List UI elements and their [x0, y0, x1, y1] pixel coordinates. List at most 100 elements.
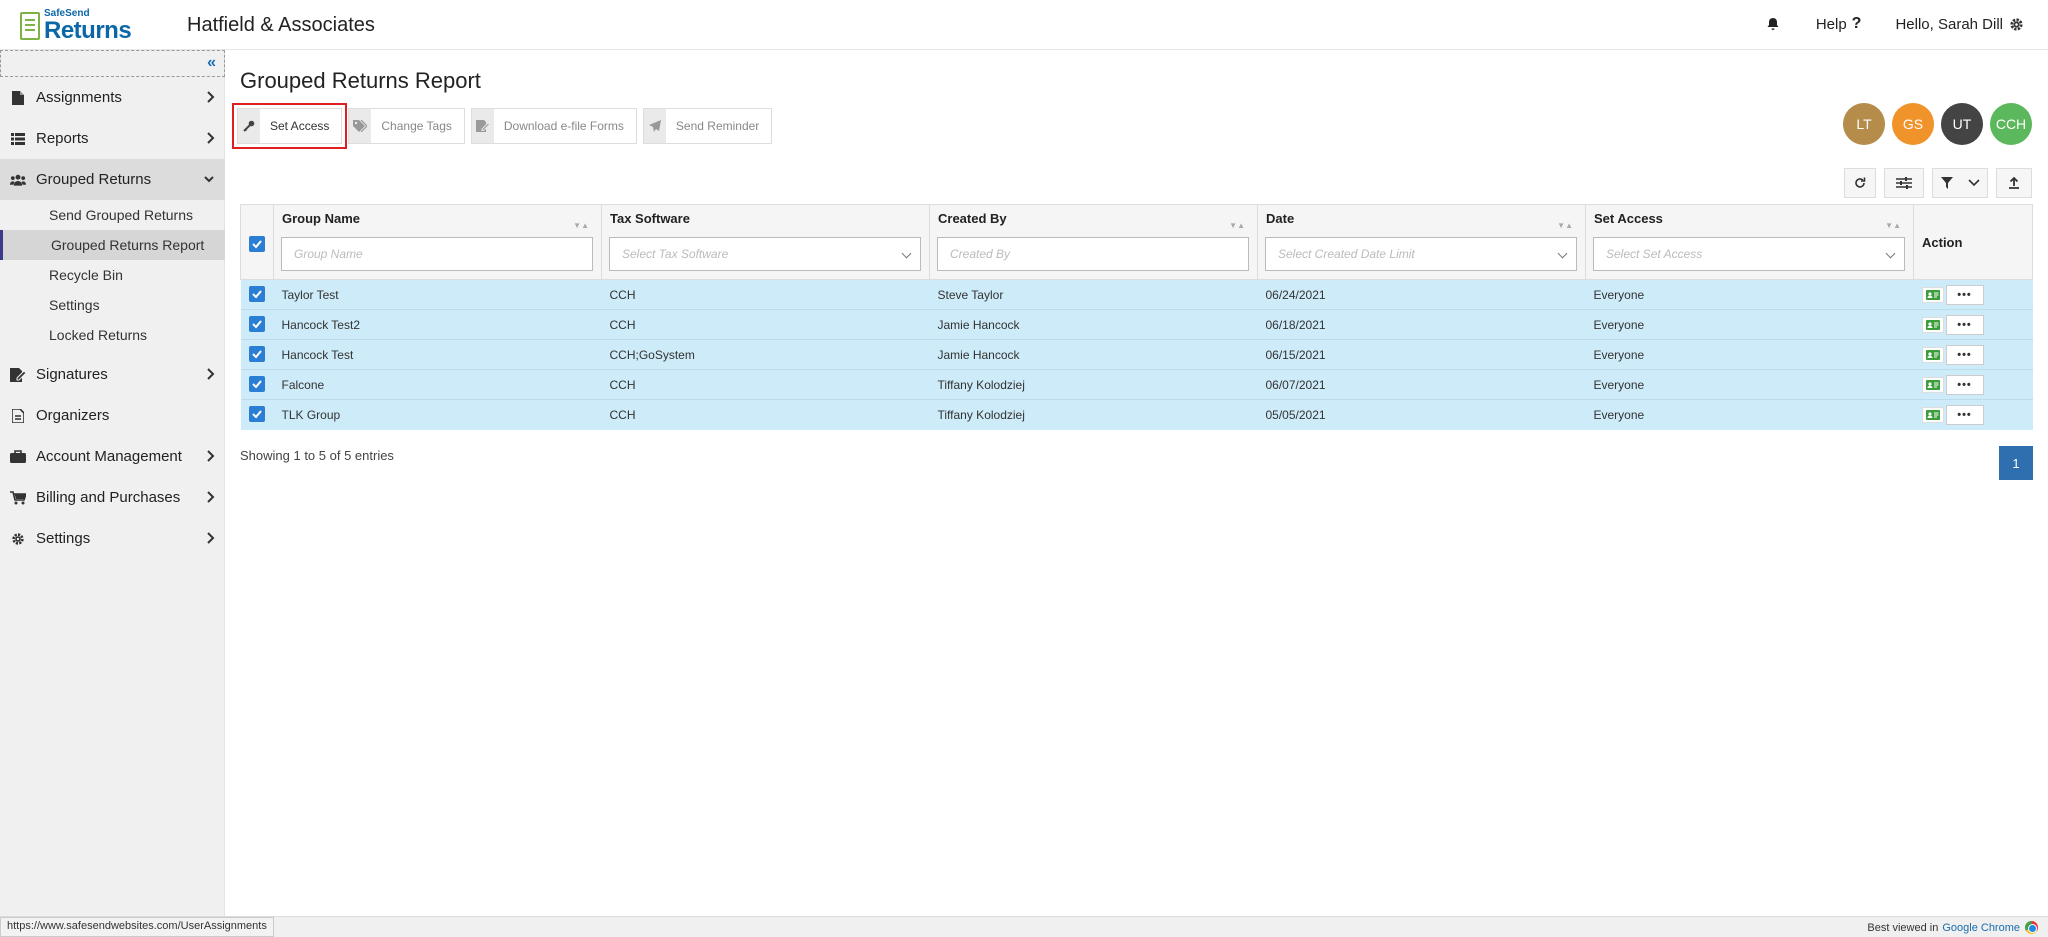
sidebar-item-signatures[interactable]: Signatures — [0, 354, 225, 395]
cell-group-name: Hancock Test2 — [273, 309, 602, 340]
sidebar-item-grouped-returns[interactable]: Grouped Returns — [0, 159, 225, 200]
set-access-filter-select[interactable]: Select Set Access — [1593, 237, 1905, 271]
table-row[interactable]: Hancock Test CCH;GoSystem Jamie Hancock … — [240, 339, 2033, 370]
column-settings-button[interactable] — [1884, 168, 1924, 198]
sidebar-item-organizers[interactable]: Organizers — [0, 395, 225, 436]
column-header-group-name[interactable]: Group Name ▼▲ Group Name — [273, 204, 602, 280]
filter-dropdown-button[interactable] — [1932, 168, 1988, 198]
sort-icon[interactable]: ▼▲ — [1229, 221, 1245, 230]
sort-icon[interactable]: ▼▲ — [573, 221, 589, 230]
top-header: SafeSend Returns Hatfield & Associates H… — [0, 0, 2048, 50]
safesend-logo[interactable]: SafeSend Returns — [20, 9, 132, 44]
column-header-created-by[interactable]: Created By ▼▲ Created By — [929, 204, 1258, 280]
sidebar-subitem-send-grouped-returns[interactable]: Send Grouped Returns — [0, 200, 225, 230]
client-info-button[interactable] — [1921, 376, 1944, 393]
sidebar-item-label: Signatures — [36, 366, 108, 383]
export-button[interactable] — [1996, 168, 2032, 198]
table-row[interactable]: TLK Group CCH Tiffany Kolodziej 05/05/20… — [240, 399, 2033, 430]
row-checkbox[interactable] — [248, 406, 265, 423]
send-reminder-button[interactable]: Send Reminder — [642, 108, 773, 144]
sidebar-item-reports[interactable]: Reports — [0, 118, 225, 159]
file-signature-icon — [471, 109, 494, 143]
table-row[interactable]: Falcone CCH Tiffany Kolodziej 06/07/2021… — [240, 369, 2033, 400]
client-info-button[interactable] — [1921, 316, 1944, 333]
tax-software-avatars: LT GS UT CCH — [1836, 103, 2032, 145]
sidebar-item-label: Account Management — [36, 448, 182, 465]
avatar-gs[interactable]: GS — [1892, 103, 1934, 145]
id-card-icon — [1925, 289, 1940, 300]
created-by-filter-input[interactable]: Created By — [937, 237, 1249, 271]
more-actions-button[interactable]: ••• — [1945, 404, 1984, 425]
column-title: Date — [1266, 211, 1295, 226]
refresh-button[interactable] — [1844, 168, 1876, 198]
sidebar-item-label: Grouped Returns — [36, 171, 152, 188]
chevron-right-icon — [207, 132, 215, 144]
more-actions-button[interactable]: ••• — [1945, 374, 1984, 395]
more-actions-button[interactable]: ••• — [1945, 314, 1984, 335]
client-info-button[interactable] — [1921, 346, 1944, 363]
logo-big-text: Returns — [44, 17, 132, 44]
client-info-button[interactable] — [1921, 286, 1944, 303]
chevron-right-icon — [207, 450, 215, 462]
sidebar-item-account-management[interactable]: Account Management — [0, 436, 225, 477]
google-chrome-link[interactable]: Google Chrome — [1942, 922, 2020, 934]
sidebar-collapse-button[interactable]: « — [0, 50, 225, 77]
sidebar-subitem-recycle-bin[interactable]: Recycle Bin — [0, 260, 225, 290]
sidebar-subitem-settings[interactable]: Settings — [0, 290, 225, 320]
firm-name: Hatfield & Associates — [187, 14, 375, 36]
row-checkbox[interactable] — [248, 286, 265, 302]
cell-tax-software: CCH — [601, 399, 930, 430]
sidebar-subitem-grouped-returns-report[interactable]: Grouped Returns Report — [0, 230, 225, 260]
cart-icon — [10, 490, 26, 506]
select-all-checkbox[interactable] — [249, 236, 265, 252]
sidebar-item-label: Organizers — [36, 407, 110, 424]
more-actions-button[interactable]: ••• — [1945, 284, 1984, 305]
row-checkbox[interactable] — [248, 346, 265, 362]
group-name-filter-input[interactable]: Group Name — [281, 237, 593, 271]
more-actions-button[interactable]: ••• — [1945, 344, 1984, 365]
date-filter-select[interactable]: Select Created Date Limit — [1265, 237, 1577, 271]
column-title: Action — [1922, 234, 1963, 250]
sort-icon[interactable]: ▼▲ — [1885, 221, 1901, 230]
change-tags-button[interactable]: Change Tags — [348, 108, 465, 144]
download-efile-forms-button[interactable]: Download e-file Forms — [470, 108, 637, 144]
sort-icon[interactable]: ▼▲ — [1557, 221, 1573, 230]
file-icon — [10, 90, 26, 106]
sidebar-item-label: Assignments — [36, 89, 122, 106]
key-icon — [238, 109, 260, 143]
chrome-icon — [2025, 921, 2038, 934]
row-checkbox[interactable] — [248, 316, 265, 332]
chevron-right-icon — [207, 368, 215, 380]
bell-icon[interactable] — [1766, 17, 1780, 31]
sidebar-item-billing-and-purchases[interactable]: Billing and Purchases — [0, 477, 225, 518]
cell-action: ••• — [1913, 339, 2033, 370]
id-card-icon — [1925, 409, 1940, 420]
column-title: Created By — [938, 211, 1007, 226]
briefcase-icon — [10, 449, 26, 465]
table-row[interactable]: Hancock Test2 CCH Jamie Hancock 06/18/20… — [240, 309, 2033, 340]
column-header-action: Action — [1913, 204, 2033, 280]
page-1-button[interactable]: 1 — [1999, 446, 2033, 480]
sidebar-subitem-locked-returns[interactable]: Locked Returns — [0, 320, 225, 350]
cell-date: 06/24/2021 — [1257, 279, 1586, 310]
help-label: Help — [1815, 15, 1847, 33]
table-row[interactable]: Taylor Test CCH Steve Taylor 06/24/2021 … — [240, 279, 2033, 310]
avatar-lt[interactable]: LT — [1843, 103, 1885, 145]
user-menu[interactable]: Hello, Sarah Dill — [1895, 16, 2024, 33]
avatar-cch[interactable]: CCH — [1990, 103, 2032, 145]
column-header-set-access[interactable]: Set Access ▼▲ Select Set Access — [1585, 204, 1914, 280]
browser-recommendation: Best viewed in Google Chrome — [1867, 921, 2038, 934]
client-info-button[interactable] — [1921, 406, 1944, 423]
column-header-date[interactable]: Date ▼▲ Select Created Date Limit — [1257, 204, 1586, 280]
avatar-ut[interactable]: UT — [1941, 103, 1983, 145]
tax-software-filter-select[interactable]: Select Tax Software — [609, 237, 921, 271]
sidebar-item-settings[interactable]: Settings — [0, 518, 225, 559]
help-link[interactable]: Help ? — [1816, 15, 1862, 33]
column-header-tax-software[interactable]: Tax Software Select Tax Software — [601, 204, 930, 280]
id-card-icon — [1925, 379, 1940, 390]
sidebar-item-label: Reports — [36, 130, 89, 147]
set-access-button[interactable]: Set Access — [231, 103, 348, 149]
sidebar-item-assignments[interactable]: Assignments — [0, 77, 225, 118]
row-checkbox[interactable] — [248, 376, 265, 392]
row-select-cell — [240, 369, 274, 400]
